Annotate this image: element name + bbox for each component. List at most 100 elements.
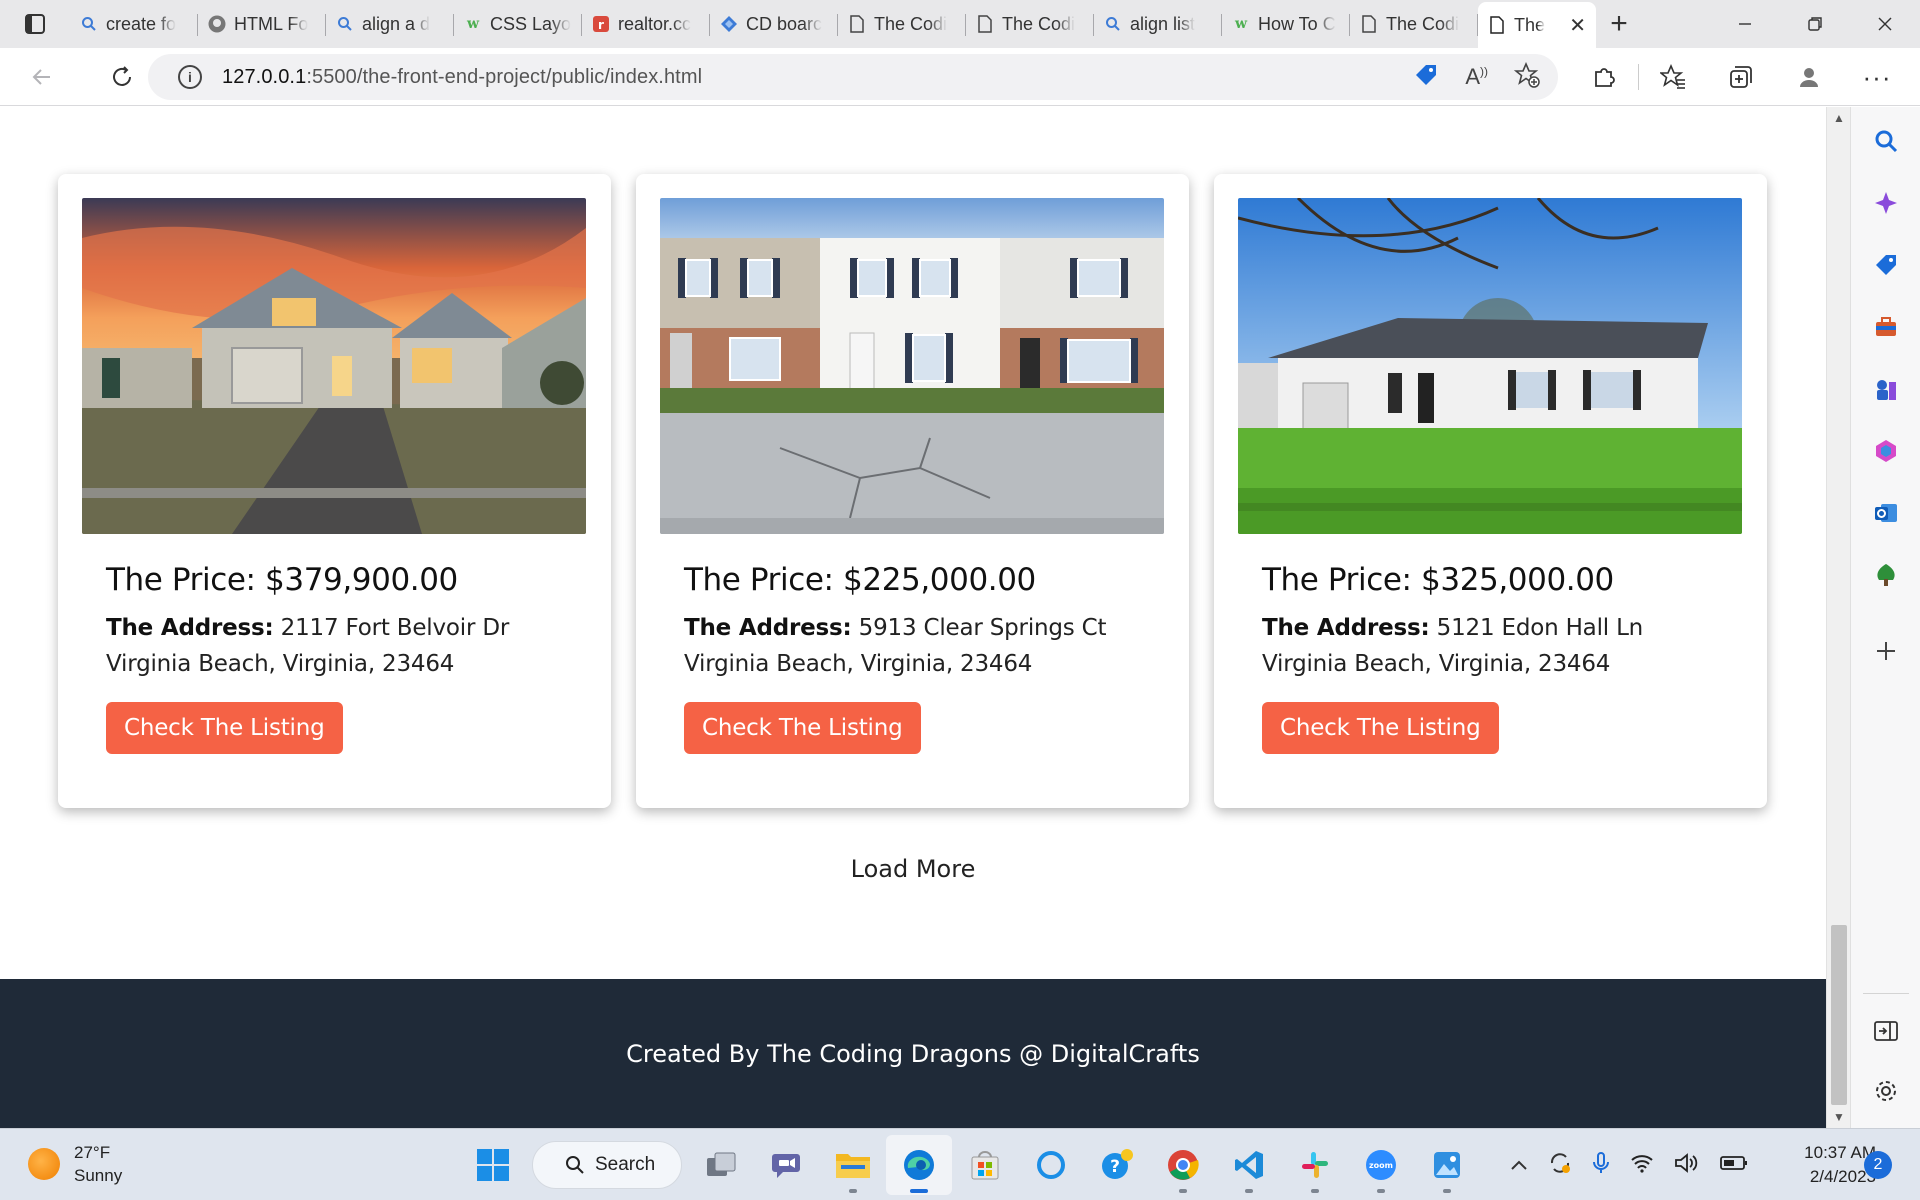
load-more-link[interactable]: Load More — [0, 855, 1826, 883]
address-bar[interactable]: i 127.0.0.1:5500/the-front-end-project/p… — [148, 54, 1558, 100]
sidebar-office-icon[interactable] — [1851, 431, 1920, 471]
favorites-icon — [1660, 64, 1685, 89]
site-footer: Created By The Coding Dragons @ DigitalC… — [0, 979, 1826, 1128]
tab-label: align list — [1130, 13, 1196, 34]
browser-tab[interactable]: The Codi — [966, 6, 1094, 42]
browser-tab[interactable]: align list — [1094, 6, 1222, 42]
zoom-app[interactable]: zoom — [1348, 1135, 1414, 1195]
page-icon — [1360, 15, 1378, 33]
scroll-down-icon[interactable]: ▼ — [1833, 1110, 1845, 1124]
weather-text: 27°F Sunny — [74, 1141, 122, 1187]
price-value: $325,000.00 — [1421, 562, 1614, 598]
teams-chat-app[interactable] — [754, 1135, 820, 1195]
more-dots-icon: ··· — [1862, 61, 1892, 92]
sidebar-settings-icon[interactable] — [1851, 1071, 1920, 1111]
sidebar-search-icon[interactable] — [1851, 121, 1920, 161]
browser-tab[interactable]: w How To C — [1222, 6, 1350, 42]
page-scrollbar[interactable]: ▲ ▼ — [1826, 107, 1850, 1128]
tab-label: realtor.cc — [618, 13, 692, 34]
settings-more-button[interactable]: ··· — [1843, 53, 1911, 101]
vscode-app[interactable] — [1216, 1135, 1282, 1195]
photos-app[interactable] — [1414, 1135, 1480, 1195]
collections-button[interactable] — [1707, 53, 1775, 101]
github-icon — [208, 15, 226, 33]
scroll-thumb[interactable] — [1831, 925, 1847, 1105]
coupon-tag-icon[interactable] — [1413, 62, 1439, 93]
battery-icon[interactable] — [1720, 1155, 1748, 1176]
new-tab-button[interactable]: + — [1596, 1, 1642, 47]
tab-label: The Codi — [1002, 13, 1076, 34]
footer-credit: Created By The Coding Dragons @ DigitalC… — [626, 1039, 1200, 1068]
listing-address: The Address: 2117 Fort Belvoir Dr Virgin… — [106, 610, 567, 682]
search-icon — [80, 15, 98, 33]
browser-tab[interactable]: w CSS Layo — [454, 6, 582, 42]
sidebar-add-icon[interactable] — [1851, 631, 1920, 671]
profile-button[interactable] — [1775, 53, 1843, 101]
browser-tab[interactable]: r realtor.cc — [582, 6, 710, 42]
sidebar-tree-icon[interactable] — [1851, 555, 1920, 595]
taskbar-clock[interactable]: 10:37 AM 2/4/2023 — [1770, 1141, 1876, 1189]
browser-tab[interactable]: align a d — [326, 6, 454, 42]
cortana-app[interactable] — [1018, 1135, 1084, 1195]
help-app[interactable]: ? — [1084, 1135, 1150, 1195]
taskbar-search[interactable]: Search — [532, 1141, 682, 1189]
task-view-button[interactable] — [688, 1135, 754, 1195]
read-aloud-icon[interactable]: A)) — [1465, 64, 1488, 90]
listing-card: The Price: $379,900.00 The Address: 2117… — [58, 174, 611, 808]
browser-tab[interactable]: create fo — [70, 6, 198, 42]
sidebar-games-icon[interactable] — [1851, 369, 1920, 409]
tab-label: create fo — [106, 13, 177, 34]
start-button[interactable] — [460, 1135, 526, 1195]
extensions-button[interactable] — [1570, 53, 1638, 101]
microsoft-store-app[interactable] — [952, 1135, 1018, 1195]
refresh-button[interactable] — [94, 53, 150, 101]
minimize-icon — [1739, 23, 1751, 25]
check-listing-button[interactable]: Check The Listing — [684, 702, 921, 754]
minimize-button[interactable] — [1710, 0, 1780, 48]
chrome-app[interactable] — [1150, 1135, 1216, 1195]
browser-tab[interactable]: The Codi — [1350, 6, 1478, 42]
slack-app[interactable] — [1282, 1135, 1348, 1195]
close-tab-icon[interactable]: ✕ — [1569, 13, 1586, 38]
tray-overflow-chevron-icon[interactable] — [1510, 1155, 1528, 1176]
microphone-icon[interactable] — [1592, 1151, 1610, 1180]
tab-label: CD boarc — [746, 13, 823, 34]
sync-icon[interactable] — [1548, 1151, 1572, 1180]
restore-button[interactable] — [1780, 0, 1850, 48]
file-explorer-app[interactable] — [820, 1135, 886, 1195]
site-info-icon[interactable]: i — [178, 65, 202, 89]
price-label: The Price: — [106, 562, 256, 598]
tab-actions-button[interactable] — [0, 0, 70, 48]
browser-tab[interactable]: CD boarc — [710, 6, 838, 42]
sidebar-tools-icon[interactable] — [1851, 307, 1920, 347]
add-favorite-icon[interactable] — [1513, 61, 1540, 93]
close-window-button[interactable] — [1850, 0, 1920, 48]
sidebar-discover-icon[interactable] — [1851, 183, 1920, 223]
tab-label: HTML Fo — [234, 13, 309, 34]
wifi-icon[interactable] — [1630, 1153, 1654, 1178]
volume-icon[interactable] — [1674, 1152, 1700, 1179]
check-listing-button[interactable]: Check The Listing — [106, 702, 343, 754]
sidebar-hide-icon[interactable] — [1851, 1011, 1920, 1051]
browser-toolbar: i 127.0.0.1:5500/the-front-end-project/p… — [0, 48, 1920, 106]
weather-widget[interactable]: 27°F Sunny — [28, 1141, 122, 1187]
browser-tab[interactable]: HTML Fo — [198, 6, 326, 42]
favorites-button[interactable] — [1639, 53, 1707, 101]
url-path: :5500/the-front-end-project/public/index… — [306, 65, 703, 88]
check-listing-button[interactable]: Check The Listing — [1262, 702, 1499, 754]
search-icon — [1104, 15, 1122, 33]
active-browser-tab[interactable]: The ✕ — [1478, 2, 1596, 48]
browser-tab[interactable]: The Codi — [838, 6, 966, 42]
refresh-icon — [113, 65, 131, 86]
price-value: $379,900.00 — [265, 562, 458, 598]
svg-text:?: ? — [1110, 1157, 1120, 1177]
scroll-up-icon[interactable]: ▲ — [1833, 111, 1845, 125]
tab-label: align a d — [362, 13, 431, 34]
url-text[interactable]: 127.0.0.1:5500/the-front-end-project/pub… — [222, 66, 702, 89]
back-button[interactable] — [14, 53, 70, 101]
sidebar-outlook-icon[interactable] — [1851, 493, 1920, 533]
edge-browser-app[interactable] — [886, 1135, 952, 1195]
sidebar-shopping-icon[interactable] — [1851, 245, 1920, 285]
price-value: $225,000.00 — [843, 562, 1036, 598]
notification-badge[interactable]: 2 — [1864, 1151, 1892, 1179]
